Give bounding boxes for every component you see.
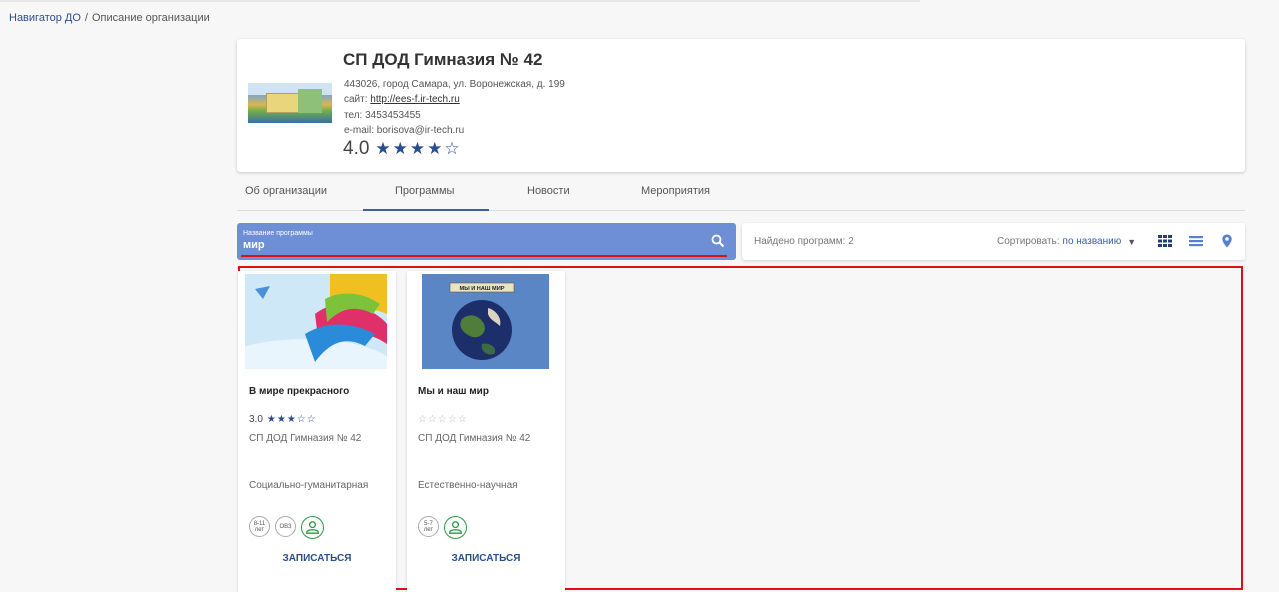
program-image: МЫ И НАШ МИР [422, 274, 549, 369]
breadcrumb-separator: / [84, 12, 88, 24]
sort-label: Сортировать: [997, 236, 1060, 247]
program-search[interactable]: Название программы мир [237, 223, 736, 260]
age-badge: 8-11 лет [249, 516, 270, 537]
breadcrumb-current: Описание организации [91, 12, 210, 24]
organization-rating: 4.0 ★★★★☆ [343, 138, 462, 160]
site-label: сайт: [344, 94, 368, 105]
tab-bar: Об организации Программы Новости Меропри… [237, 173, 1245, 211]
program-rating: ☆☆☆☆☆ [418, 414, 468, 425]
enroll-button[interactable]: ЗАПИСАТЬСЯ [407, 553, 565, 564]
top-divider [0, 0, 920, 2]
tab-about[interactable]: Об организации [245, 185, 327, 197]
enroll-button[interactable]: ЗАПИСАТЬСЯ [238, 553, 396, 564]
site-link[interactable]: http://ees-f.ir-tech.ru [370, 94, 459, 105]
program-badges: 8-11 лет ОВЗ [249, 516, 324, 539]
person-icon [301, 516, 324, 539]
organization-photo [248, 83, 332, 123]
chevron-down-icon[interactable]: ▼ [1127, 237, 1136, 247]
search-icon[interactable] [711, 234, 725, 248]
program-direction: Социально-гуманитарная [249, 480, 369, 491]
organization-address: 443026, город Самара, ул. Воронежская, д… [344, 79, 565, 90]
tab-news[interactable]: Новости [527, 185, 570, 197]
organization-phone: тел: 3453453455 [344, 110, 421, 121]
program-organization: СП ДОД Гимназия № 42 [418, 433, 531, 444]
image-caption: МЫ И НАШ МИР [460, 286, 505, 292]
program-organization: СП ДОД Гимназия № 42 [249, 433, 362, 444]
age-badge: 5-7 лет [418, 516, 439, 537]
map-pin-icon[interactable] [1220, 234, 1234, 248]
sort-control[interactable]: Сортировать: по названию ▼ [997, 236, 1136, 247]
search-underline [241, 255, 727, 257]
program-direction: Естественно-научная [418, 480, 518, 491]
rating-value: 4.0 [343, 138, 370, 159]
rating-value: 3.0 [249, 414, 263, 425]
organization-card: СП ДОД Гимназия № 42 443026, город Самар… [237, 39, 1245, 172]
search-label: Название программы [243, 230, 313, 237]
program-badges: 5-7 лет [418, 516, 467, 539]
active-tab-indicator [363, 209, 489, 211]
program-card[interactable]: В мире прекрасного 3.0 ★★★☆☆ СП ДОД Гимн… [238, 271, 396, 592]
ovz-badge: ОВЗ [275, 516, 296, 537]
tab-programs[interactable]: Программы [395, 185, 454, 197]
results-toolbar: Найдено программ: 2 Сортировать: по назв… [742, 223, 1245, 260]
breadcrumb: Навигатор ДО / Описание организации [9, 12, 210, 24]
breadcrumb-root[interactable]: Навигатор ДО [9, 12, 81, 24]
organization-email: e-mail: borisova@ir-tech.ru [344, 125, 465, 136]
program-image [245, 274, 387, 369]
found-count: Найдено программ: 2 [754, 236, 854, 247]
program-title[interactable]: В мире прекрасного [249, 386, 349, 397]
program-title[interactable]: Мы и наш мир [418, 386, 489, 397]
rating-stars: ★★★★☆ [375, 139, 462, 158]
rating-stars: ☆☆☆☆☆ [418, 414, 468, 425]
search-input[interactable]: мир [243, 239, 265, 251]
program-rating: 3.0 ★★★☆☆ [249, 414, 317, 425]
sort-value[interactable]: по названию [1063, 236, 1122, 247]
tab-events[interactable]: Мероприятия [641, 185, 710, 197]
list-icon[interactable] [1189, 234, 1203, 248]
grid-icon[interactable] [1158, 234, 1172, 248]
person-icon [444, 516, 467, 539]
organization-name: СП ДОД Гимназия № 42 [343, 50, 543, 69]
program-card[interactable]: МЫ И НАШ МИР Мы и наш мир ☆☆☆☆☆ СП ДОД Г… [407, 271, 565, 592]
organization-site: сайт: http://ees-f.ir-tech.ru [344, 94, 460, 105]
rating-stars: ★★★☆☆ [266, 414, 317, 425]
